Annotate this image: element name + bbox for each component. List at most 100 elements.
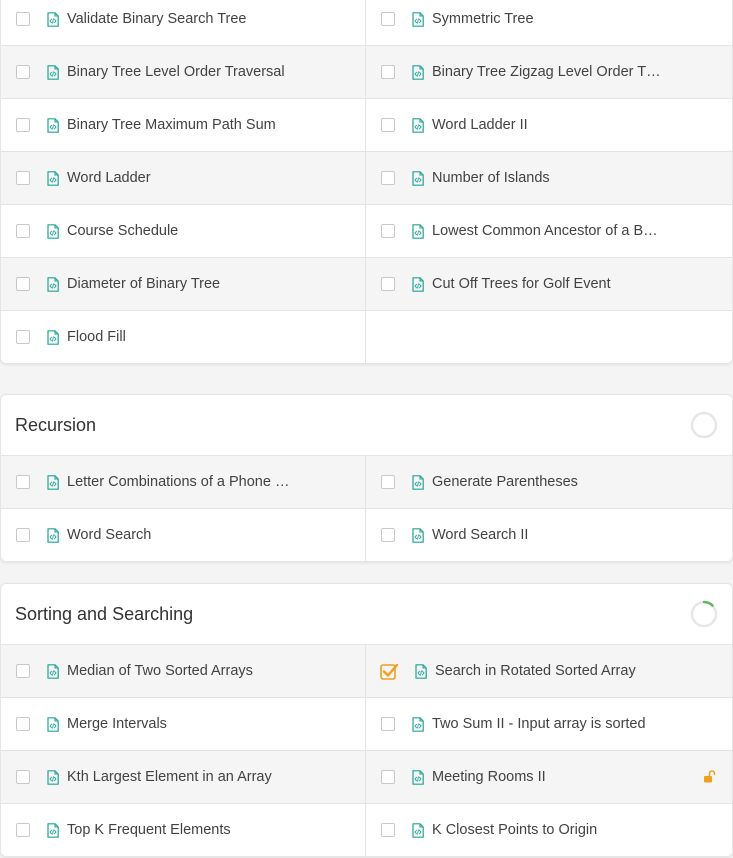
trees-card: Validate Binary Search Tree Symmetric Tre… [0, 0, 733, 364]
checkbox-icon[interactable] [381, 171, 395, 185]
progress-ring-icon [690, 411, 718, 439]
checkbox-icon[interactable] [381, 277, 395, 291]
checkbox-icon[interactable] [16, 717, 30, 731]
problem-title[interactable]: Binary Tree Maximum Path Sum [67, 117, 276, 133]
problem-title[interactable]: Kth Largest Element in an Array [67, 769, 272, 785]
problem-item[interactable]: Generate Parentheses [366, 456, 732, 509]
problem-item[interactable]: Word Ladder [1, 152, 366, 205]
code-file-icon [412, 716, 424, 732]
problem-item[interactable]: Course Schedule [1, 205, 366, 258]
checkbox-icon[interactable] [16, 65, 30, 79]
problem-item[interactable]: Binary Tree Zigzag Level Order T… [366, 46, 732, 99]
problem-item[interactable]: Flood Fill [1, 311, 366, 363]
problem-item[interactable]: Search in Rotated Sorted Array [366, 645, 732, 698]
problem-title[interactable]: Binary Tree Level Order Traversal [67, 64, 285, 80]
code-file-icon [47, 276, 59, 292]
code-file-icon [412, 769, 424, 785]
checkbox-icon[interactable] [381, 12, 395, 26]
problem-title[interactable]: Word Search [67, 527, 151, 543]
problem-item[interactable]: K Closest Points to Origin [366, 804, 732, 856]
checkbox-icon[interactable] [381, 65, 395, 79]
problem-title[interactable]: Two Sum II - Input array is sorted [432, 716, 646, 732]
code-file-icon [412, 474, 424, 490]
sorting-header[interactable]: Sorting and Searching [1, 584, 732, 645]
sorting-card: Sorting and Searching Median of Two Sort… [0, 583, 733, 857]
section-title: Sorting and Searching [15, 603, 194, 624]
problem-title[interactable]: Number of Islands [432, 170, 550, 186]
checkbox-icon[interactable] [16, 770, 30, 784]
problem-title[interactable]: Flood Fill [67, 329, 126, 345]
checkbox-icon[interactable] [16, 118, 30, 132]
problem-item[interactable]: Merge Intervals [1, 698, 366, 751]
section-title: Recursion [15, 414, 97, 435]
code-file-icon [47, 170, 59, 186]
checkbox-icon[interactable] [16, 171, 30, 185]
checkbox-icon[interactable] [381, 118, 395, 132]
problem-title[interactable]: Word Ladder II [432, 117, 528, 133]
checkbox-icon[interactable] [16, 528, 30, 542]
checkbox-icon[interactable] [16, 12, 30, 26]
problem-item[interactable]: Word Ladder II [366, 99, 732, 152]
problem-title[interactable]: Binary Tree Zigzag Level Order T… [432, 64, 661, 80]
problem-item[interactable]: Kth Largest Element in an Array [1, 751, 366, 804]
problem-title[interactable]: Letter Combinations of a Phone … [67, 474, 289, 490]
problem-title[interactable]: Word Search II [432, 527, 528, 543]
checkbox-icon[interactable] [16, 823, 30, 837]
progress-ring-icon [690, 600, 718, 628]
code-file-icon [412, 276, 424, 292]
problem-item[interactable]: Letter Combinations of a Phone … [1, 456, 366, 509]
problem-item[interactable]: Two Sum II - Input array is sorted [366, 698, 732, 751]
code-file-icon [412, 64, 424, 80]
checkbox-icon[interactable] [16, 475, 30, 489]
checkbox-icon[interactable] [381, 717, 395, 731]
problem-item[interactable]: Binary Tree Maximum Path Sum [1, 99, 366, 152]
code-file-icon [412, 11, 424, 27]
checkbox-icon[interactable] [381, 528, 395, 542]
code-file-icon [47, 223, 59, 239]
problem-item[interactable]: Validate Binary Search Tree [1, 0, 366, 46]
checkbox-icon[interactable] [16, 664, 30, 678]
problem-title[interactable]: Lowest Common Ancestor of a B… [432, 223, 658, 239]
recursion-header[interactable]: Recursion [1, 395, 732, 456]
problem-title[interactable]: Meeting Rooms II [432, 769, 546, 785]
problem-item[interactable]: Top K Frequent Elements [1, 804, 366, 856]
problem-item[interactable]: Symmetric Tree [366, 0, 732, 46]
problem-item[interactable]: Meeting Rooms II [366, 751, 732, 804]
problem-item[interactable]: Binary Tree Level Order Traversal [1, 46, 366, 99]
problem-item[interactable]: Number of Islands [366, 152, 732, 205]
code-file-icon [412, 527, 424, 543]
problem-title[interactable]: Validate Binary Search Tree [67, 11, 246, 27]
problem-item[interactable]: Lowest Common Ancestor of a B… [366, 205, 732, 258]
problem-title[interactable]: Course Schedule [67, 223, 178, 239]
problem-item[interactable]: Median of Two Sorted Arrays [1, 645, 366, 698]
recursion-card: Recursion Letter Combinations of a Phone… [0, 394, 733, 562]
checkbox-icon[interactable] [381, 475, 395, 489]
empty-cell [366, 311, 732, 363]
code-file-icon [47, 329, 59, 345]
unlocked-lock-icon [704, 770, 716, 783]
recursion-grid: Letter Combinations of a Phone … Generate… [1, 456, 732, 561]
problem-item[interactable]: Word Search [1, 509, 366, 561]
code-file-icon [47, 64, 59, 80]
checkbox-icon[interactable] [16, 277, 30, 291]
checked-checkbox-icon[interactable] [380, 662, 398, 680]
checkbox-icon[interactable] [381, 224, 395, 238]
problem-title[interactable]: Symmetric Tree [432, 11, 534, 27]
checkbox-icon[interactable] [16, 330, 30, 344]
problem-title[interactable]: Search in Rotated Sorted Array [435, 663, 636, 679]
problem-title[interactable]: K Closest Points to Origin [432, 822, 597, 838]
problem-title[interactable]: Median of Two Sorted Arrays [67, 663, 253, 679]
problem-title[interactable]: Top K Frequent Elements [67, 822, 231, 838]
problem-title[interactable]: Diameter of Binary Tree [67, 276, 220, 292]
problem-item[interactable]: Word Search II [366, 509, 732, 561]
problem-title[interactable]: Cut Off Trees for Golf Event [432, 276, 611, 292]
checkbox-icon[interactable] [381, 770, 395, 784]
problem-title[interactable]: Merge Intervals [67, 716, 167, 732]
checkbox-icon[interactable] [16, 224, 30, 238]
checkbox-icon[interactable] [381, 823, 395, 837]
problem-item[interactable]: Diameter of Binary Tree [1, 258, 366, 311]
problem-item[interactable]: Cut Off Trees for Golf Event [366, 258, 732, 311]
code-file-icon [47, 527, 59, 543]
problem-title[interactable]: Generate Parentheses [432, 474, 578, 490]
problem-title[interactable]: Word Ladder [67, 170, 151, 186]
